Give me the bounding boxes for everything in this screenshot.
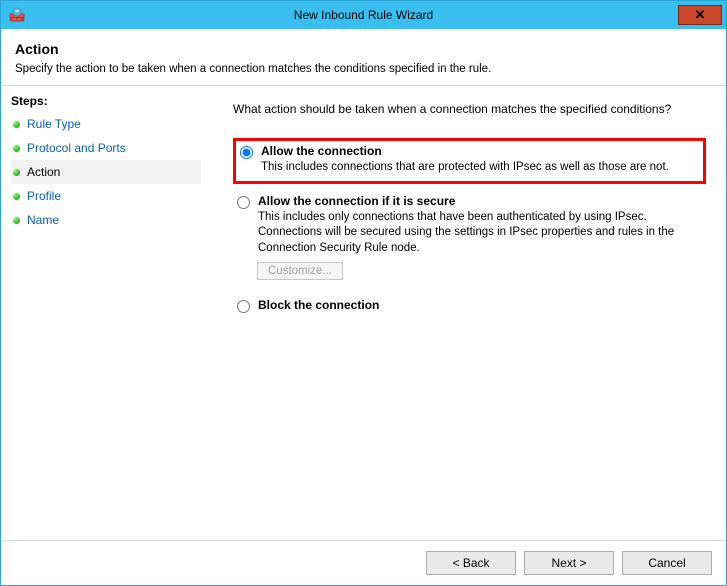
action-prompt: What action should be taken when a conne… (233, 102, 706, 116)
option-desc: This includes connections that are prote… (261, 160, 700, 176)
option-allow-connection: Allow the connection This includes conne… (233, 138, 706, 184)
step-label: Protocol and Ports (27, 141, 126, 155)
option-title: Block the connection (258, 298, 700, 312)
option-block-connection: Block the connection (233, 292, 706, 322)
firewall-icon (9, 7, 25, 23)
content-pane: What action should be taken when a conne… (201, 86, 726, 540)
wizard-header: Action Specify the action to be taken wh… (1, 29, 726, 86)
title-bar: New Inbound Rule Wizard ✕ (1, 1, 726, 29)
option-body: Allow the connection This includes conne… (261, 144, 700, 176)
customize-button: Customize... (257, 262, 343, 280)
option-allow-if-secure: Allow the connection if it is secure Thi… (233, 188, 706, 289)
wizard-window: New Inbound Rule Wizard ✕ Action Specify… (0, 0, 727, 586)
step-protocol-and-ports[interactable]: Protocol and Ports (11, 136, 201, 160)
steps-heading: Steps: (11, 94, 201, 108)
bullet-icon (13, 193, 20, 200)
step-profile[interactable]: Profile (11, 184, 201, 208)
close-icon: ✕ (695, 7, 706, 23)
step-action[interactable]: Action (11, 160, 201, 184)
steps-sidebar: Steps: Rule Type Protocol and Ports Acti… (1, 86, 201, 540)
option-title: Allow the connection if it is secure (258, 194, 700, 208)
option-body: Block the connection (258, 298, 700, 314)
radio-block-connection[interactable] (237, 300, 250, 313)
radio-allow-connection[interactable] (240, 146, 253, 159)
window-title: New Inbound Rule Wizard (294, 8, 433, 22)
option-desc: This includes only connections that have… (258, 210, 700, 257)
close-button[interactable]: ✕ (678, 5, 722, 25)
step-label: Rule Type (27, 117, 81, 131)
cancel-button[interactable]: Cancel (622, 551, 712, 575)
page-title: Action (15, 41, 712, 57)
step-rule-type[interactable]: Rule Type (11, 112, 201, 136)
wizard-body: Steps: Rule Type Protocol and Ports Acti… (1, 86, 726, 540)
radio-allow-if-secure[interactable] (237, 196, 250, 209)
back-button[interactable]: < Back (426, 551, 516, 575)
bullet-icon (13, 169, 20, 176)
bullet-icon (13, 145, 20, 152)
step-label: Name (27, 213, 59, 227)
next-button[interactable]: Next > (524, 551, 614, 575)
option-title: Allow the connection (261, 144, 700, 158)
step-label: Action (27, 165, 60, 179)
option-body: Allow the connection if it is secure Thi… (258, 194, 700, 257)
bullet-icon (13, 217, 20, 224)
step-name[interactable]: Name (11, 208, 201, 232)
step-label: Profile (27, 189, 61, 203)
bullet-icon (13, 121, 20, 128)
page-subtitle: Specify the action to be taken when a co… (15, 63, 712, 75)
wizard-footer: < Back Next > Cancel (1, 540, 726, 585)
